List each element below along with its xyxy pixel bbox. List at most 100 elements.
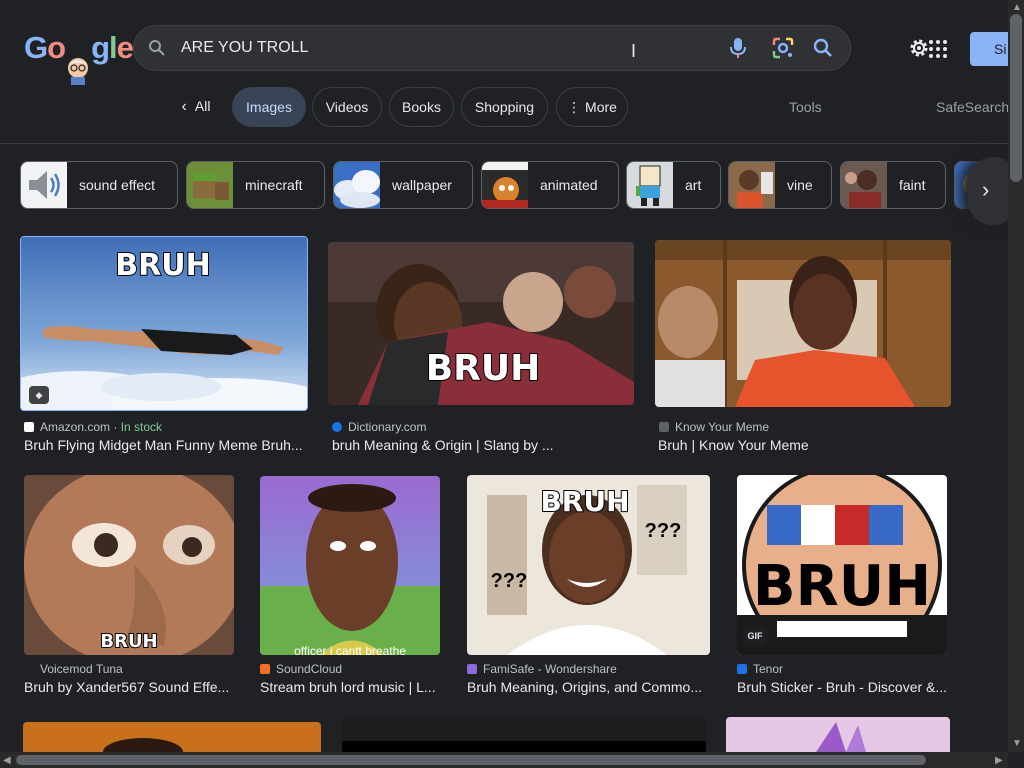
tab-all[interactable]: ‹ All <box>166 87 226 127</box>
tab-shopping[interactable]: Shopping <box>461 87 548 127</box>
chip-thumbnail <box>729 162 775 208</box>
result-source[interactable]: Amazon.com · In stock <box>24 420 162 434</box>
chip-wallpaper[interactable]: wallpaper <box>333 161 473 209</box>
logo-letter: l <box>109 30 118 65</box>
tenor-favicon-icon <box>737 664 747 674</box>
result-image[interactable] <box>342 717 706 752</box>
flying-man-image: BRUH <box>21 237 307 410</box>
scroll-right-arrow-icon[interactable]: ▶ <box>995 755 1003 766</box>
microphone-icon[interactable] <box>730 36 746 60</box>
chevron-right-icon: › <box>982 177 990 202</box>
result-source[interactable]: Tenor <box>737 662 783 676</box>
chip-label: vine <box>787 177 813 193</box>
tab-label: All <box>194 98 211 114</box>
famisafe-favicon-icon <box>467 664 477 674</box>
tab-images[interactable]: Images <box>232 87 306 127</box>
text-cursor-icon: I <box>631 41 637 61</box>
result-image[interactable]: BRUH <box>24 475 234 655</box>
result-title[interactable]: Bruh Flying Midget Man Funny Meme Bruh..… <box>24 437 308 453</box>
settings-gear-icon[interactable] <box>908 37 930 59</box>
fainting-man-image: BRUH <box>328 242 634 405</box>
logo-letter: g <box>91 30 110 65</box>
chip-thumbnail <box>482 162 528 208</box>
result-title[interactable]: Bruh Sticker - Bruh - Discover &... <box>737 679 949 695</box>
result-image[interactable] <box>23 722 321 752</box>
partial-result-image <box>23 722 321 752</box>
logo-letter: o <box>47 30 66 65</box>
meme-caption: BRUH <box>540 485 629 518</box>
chevron-left-icon: ‹ <box>181 98 187 115</box>
tab-more[interactable]: ⋮ More <box>556 87 628 127</box>
kym-favicon-icon <box>659 422 669 432</box>
result-title[interactable]: bruh Meaning & Origin | Slang by ... <box>332 437 632 453</box>
result-source[interactable]: SoundCloud <box>260 662 342 676</box>
search-icon <box>149 40 165 56</box>
meme-caption: BRUH <box>426 348 541 389</box>
result-source[interactable]: FamiSafe - Wondershare <box>467 662 617 676</box>
source-name: FamiSafe - Wondershare <box>483 662 617 676</box>
source-name: Tenor <box>753 662 784 676</box>
result-title[interactable]: Bruh | Know Your Meme <box>658 437 950 453</box>
confused-man-image: BRUH ??? ??? <box>467 475 710 655</box>
chip-minecraft[interactable]: minecraft <box>186 161 325 209</box>
result-image[interactable]: BRUH ??? ??? <box>467 475 710 655</box>
search-input[interactable]: ARE YOU TROLL <box>181 39 308 57</box>
vertical-scroll-thumb[interactable] <box>1010 14 1022 182</box>
chip-art[interactable]: art <box>626 161 721 209</box>
result-image[interactable]: BRUH GIF <box>737 475 947 655</box>
courtroom-image <box>655 240 951 407</box>
source-name: Dictionary.com <box>348 420 427 434</box>
search-submit-icon[interactable] <box>813 38 833 58</box>
result-image[interactable]: BRUH <box>328 242 634 405</box>
result-title[interactable]: Bruh by Xander567 Sound Effe... <box>24 679 234 695</box>
chip-label: sound effect <box>79 177 156 193</box>
tab-videos[interactable]: Videos <box>312 87 382 127</box>
search-bar[interactable]: ARE YOU TROLL I <box>133 25 851 71</box>
meme-caption: BRUH <box>100 631 157 652</box>
tab-books[interactable]: Books <box>389 87 454 127</box>
tools-button[interactable]: Tools <box>789 99 822 115</box>
result-title[interactable]: Stream bruh lord music | L... <box>260 679 442 695</box>
result-image[interactable] <box>726 717 950 752</box>
partial-result-image <box>726 717 950 752</box>
logo-letter: e <box>116 30 134 65</box>
chip-sound-effect[interactable]: sound effect <box>20 161 178 209</box>
google-logo[interactable]: Go gle <box>24 30 134 85</box>
scroll-left-arrow-icon[interactable]: ◀ <box>3 755 11 766</box>
result-image[interactable]: officer i cantt breathe <box>260 476 440 655</box>
chip-thumbnail <box>627 162 673 208</box>
video-caption: officer i cantt breathe <box>294 644 406 655</box>
source-name: SoundCloud <box>276 662 343 676</box>
chip-label: faint <box>899 177 926 193</box>
chip-label: wallpaper <box>392 177 452 193</box>
in-stock-label: In stock <box>120 420 163 434</box>
chip-faint[interactable]: faint <box>840 161 946 209</box>
chip-vine[interactable]: vine <box>728 161 832 209</box>
result-image[interactable]: BRUH ◆ <box>20 236 308 411</box>
result-source[interactable]: Voicemod Tuna <box>24 662 123 676</box>
result-source[interactable]: Know Your Meme <box>659 420 769 434</box>
apps-grid-icon[interactable] <box>928 39 948 59</box>
result-source[interactable]: Dictionary.com <box>332 420 426 434</box>
horizontal-scroll-thumb[interactable] <box>16 755 926 765</box>
chip-thumbnail <box>841 162 887 208</box>
source-separator: · <box>110 420 121 434</box>
shopping-tag-icon: ◆ <box>29 386 49 404</box>
source-name: Know Your Meme <box>675 420 770 434</box>
gif-badge: GIF <box>743 627 767 645</box>
result-title[interactable]: Bruh Meaning, Origins, and Commo... <box>467 679 710 695</box>
tab-label: More <box>585 99 617 115</box>
chip-label: animated <box>540 177 598 193</box>
google-lens-icon[interactable] <box>772 37 794 59</box>
amazon-favicon-icon <box>24 422 34 432</box>
soundcloud-favicon-icon <box>260 664 270 674</box>
partial-result-image <box>342 717 706 752</box>
chip-animated[interactable]: animated <box>481 161 619 209</box>
safesearch-button[interactable]: SafeSearch <box>936 99 1009 115</box>
scroll-down-arrow-icon[interactable]: ▼ <box>1012 738 1022 749</box>
scroll-up-arrow-icon[interactable]: ▲ <box>1012 2 1022 13</box>
result-image[interactable] <box>655 240 951 407</box>
more-vert-icon: ⋮ <box>567 99 582 115</box>
chip-label: art <box>685 177 702 193</box>
header-divider <box>0 143 1008 144</box>
